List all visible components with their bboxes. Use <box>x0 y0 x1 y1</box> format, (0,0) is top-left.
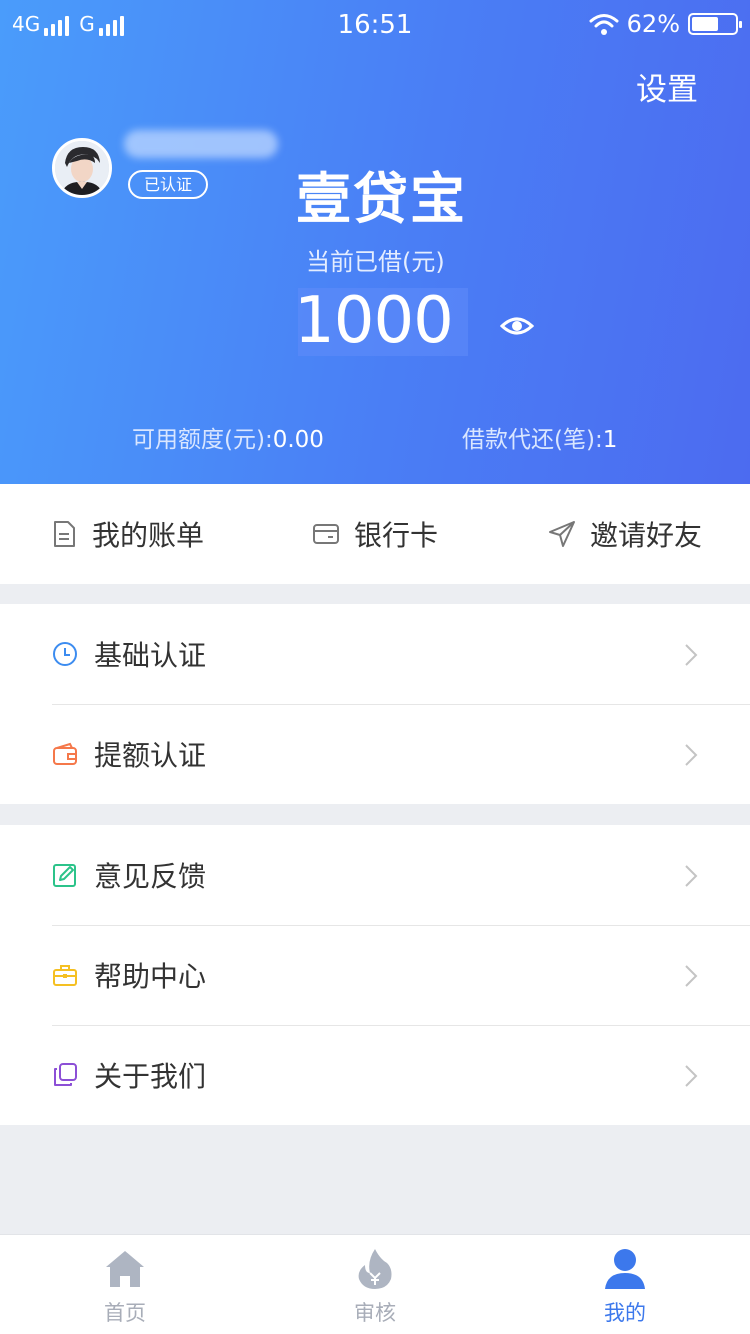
menu-item-label: 意见反馈 <box>94 860 207 893</box>
my-bill-label: 我的账单 <box>92 519 205 552</box>
home-icon <box>106 1251 144 1287</box>
menu-item-label: 基础认证 <box>94 639 207 672</box>
bank-card-icon <box>313 524 339 544</box>
tab-bar: 首页 审核 我的 <box>0 1234 750 1334</box>
menu-item-basic-verification[interactable]: 基础认证 <box>0 604 750 704</box>
chevron-right-icon <box>685 965 698 987</box>
menu-group-verification: 基础认证 提额认证 <box>0 604 750 804</box>
settings-button[interactable]: 设置 <box>636 64 698 109</box>
battery-percent: 62% <box>626 10 680 38</box>
username-redacted <box>124 130 278 158</box>
wifi-icon <box>589 14 619 35</box>
bank-card-label: 银行卡 <box>354 519 439 552</box>
verified-badge: 已认证 <box>128 170 208 199</box>
tab-home-label: 首页 <box>104 1301 146 1325</box>
briefcase-icon <box>53 965 77 986</box>
repay-count: 借款代还(笔):1 <box>462 420 617 454</box>
menu-item-label: 提额认证 <box>94 739 207 772</box>
bank-card-link[interactable]: 银行卡 <box>312 484 438 584</box>
tab-mine-label: 我的 <box>604 1301 646 1325</box>
status-bar: 4G G 16:51 62% <box>0 0 750 50</box>
paper-plane-icon <box>549 521 575 547</box>
available-credit: 可用额度(元):0.00 <box>132 420 324 454</box>
app-title: 壹贷宝 <box>296 167 468 231</box>
my-bill-link[interactable]: 我的账单 <box>50 484 204 584</box>
battery-icon <box>688 13 742 35</box>
menu-item-about-us[interactable]: 关于我们 <box>0 1025 750 1125</box>
tab-mine[interactable]: 我的 <box>500 1235 750 1334</box>
borrowed-amount: 1000 <box>294 284 454 358</box>
tab-review[interactable]: 审核 <box>250 1235 500 1334</box>
invite-friends-label: 邀请好友 <box>590 519 703 552</box>
tab-home[interactable]: 首页 <box>0 1235 250 1334</box>
chevron-right-icon <box>685 865 698 887</box>
status-right: 62% <box>589 10 742 38</box>
repay-count-label: 借款代还(笔): <box>462 427 603 453</box>
menu-item-feedback[interactable]: 意见反馈 <box>0 825 750 925</box>
flame-yuan-icon <box>358 1249 392 1289</box>
bill-document-icon <box>54 521 75 547</box>
copy-icon <box>54 1063 77 1086</box>
menu-item-limit-verification[interactable]: 提额认证 <box>0 704 750 804</box>
borrowed-label: 当前已借(元) <box>306 248 445 276</box>
wallet-icon <box>53 742 77 765</box>
chevron-right-icon <box>685 744 698 766</box>
chevron-right-icon <box>685 644 698 666</box>
avatar[interactable] <box>52 138 112 198</box>
chevron-right-icon <box>685 1065 698 1087</box>
available-credit-label: 可用额度(元): <box>132 427 273 453</box>
avatar-portrait-icon <box>55 141 109 195</box>
repay-count-value: 1 <box>602 427 618 453</box>
edit-icon <box>53 864 76 887</box>
menu-group-support: 意见反馈 帮助中心 关于我们 <box>0 825 750 1125</box>
menu-item-label: 关于我们 <box>94 1060 207 1093</box>
quick-links: 我的账单 银行卡 邀请好友 <box>0 484 750 584</box>
eye-icon[interactable] <box>500 314 534 338</box>
invite-friends-link[interactable]: 邀请好友 <box>548 484 702 584</box>
available-credit-value: 0.00 <box>272 427 324 453</box>
tab-review-label: 审核 <box>354 1301 396 1325</box>
menu-item-help-center[interactable]: 帮助中心 <box>0 925 750 1025</box>
menu-item-label: 帮助中心 <box>94 960 207 993</box>
clock-icon <box>53 642 77 666</box>
user-icon <box>605 1249 645 1289</box>
